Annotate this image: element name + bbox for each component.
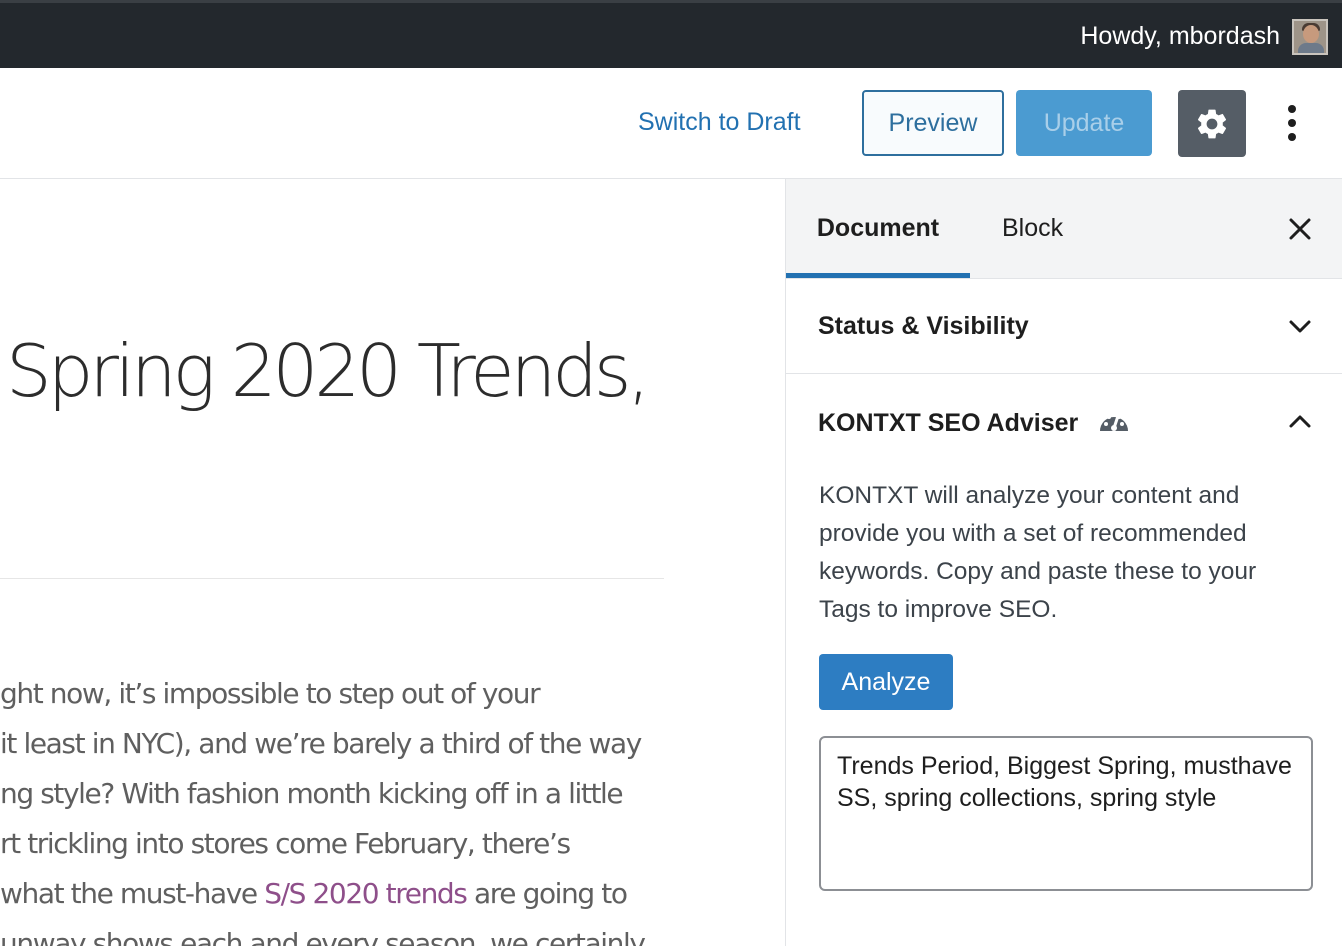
body-line: ng style? With fashion month kicking off… xyxy=(0,777,624,810)
post-title[interactable]: Spring 2020 Trends, xyxy=(6,329,650,413)
close-icon[interactable] xyxy=(1286,215,1314,243)
howdy-greeting[interactable]: Howdy, mbordash xyxy=(1080,22,1280,51)
body-line: unway shows each and every season, we ce… xyxy=(0,927,646,946)
admin-bar: Howdy, mbordash xyxy=(0,0,1342,68)
editor-header: Switch to Draft Preview Update xyxy=(0,68,1342,179)
more-options-button[interactable] xyxy=(1272,90,1312,156)
preview-button[interactable]: Preview xyxy=(862,90,1004,156)
seo-adviser-title[interactable]: KONTXT SEO Adviser xyxy=(818,407,1131,438)
seo-adviser-panel: KONTXT SEO Adviser KONTXT will analyze y… xyxy=(786,374,1342,946)
switch-to-draft-button[interactable]: Switch to Draft xyxy=(638,108,801,137)
gauge-icon xyxy=(1100,414,1129,431)
settings-sidebar: Document Block Status & Visibility KONTX… xyxy=(785,179,1342,946)
status-visibility-panel[interactable]: Status & Visibility xyxy=(786,279,1342,374)
more-vertical-icon xyxy=(1288,105,1296,141)
body-line-with-link: what the must-have S/S 2020 trends are g… xyxy=(0,869,670,919)
trends-link[interactable]: S/S 2020 trends xyxy=(264,877,468,910)
tab-document[interactable]: Document xyxy=(786,179,970,278)
body-line-text: what the must-have xyxy=(0,877,265,910)
tab-block[interactable]: Block xyxy=(1002,179,1063,278)
seo-description: KONTXT will analyze your content and pro… xyxy=(819,482,1257,623)
keywords-textarea[interactable]: Trends Period, Biggest Spring, musthave … xyxy=(819,736,1313,891)
chevron-down-icon[interactable] xyxy=(1286,313,1314,341)
update-button[interactable]: Update xyxy=(1016,90,1152,156)
gear-icon xyxy=(1197,109,1227,138)
body-line: ght now, it’s impossible to step out of … xyxy=(0,677,541,710)
editor-canvas: Spring 2020 Trends, ght now, it’s imposs… xyxy=(0,179,785,946)
post-body-paragraph[interactable]: ght now, it’s impossible to step out of … xyxy=(0,669,670,946)
user-avatar[interactable] xyxy=(1292,19,1328,55)
seo-adviser-title-text: KONTXT SEO Adviser xyxy=(818,409,1079,437)
sidebar-tabs: Document Block xyxy=(786,179,1342,279)
body-line-text: are going to xyxy=(466,877,628,910)
body-line: rt trickling into stores come February, … xyxy=(0,827,571,860)
body-line: it least in NYC), and we’re barely a thi… xyxy=(0,727,642,760)
analyze-button[interactable]: Analyze xyxy=(819,654,953,710)
chevron-up-icon[interactable] xyxy=(1286,407,1314,435)
title-separator xyxy=(0,578,664,579)
settings-button[interactable] xyxy=(1178,90,1246,157)
status-visibility-title[interactable]: Status & Visibility xyxy=(818,312,1029,341)
